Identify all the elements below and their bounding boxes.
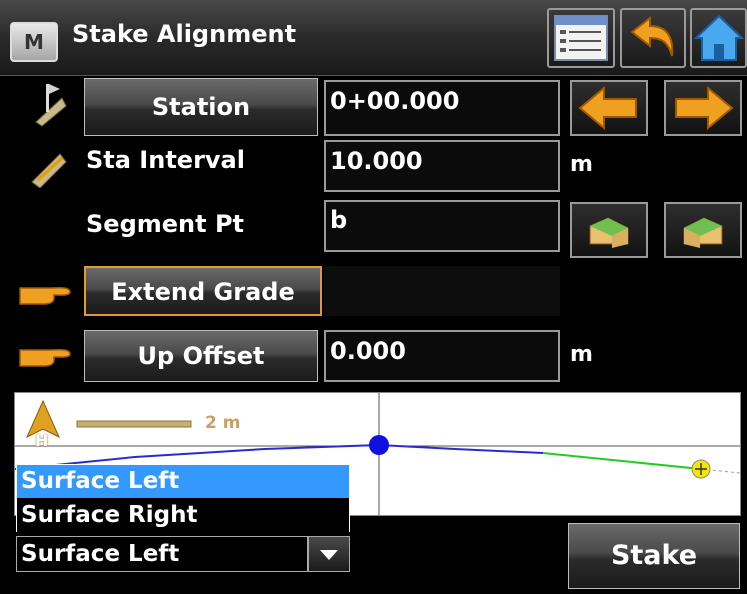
home-button[interactable] — [690, 8, 747, 68]
chevron-down-icon — [320, 550, 338, 560]
surface-option-left[interactable]: Surface Left — [17, 465, 349, 498]
surface-left-icon — [589, 217, 629, 248]
pointer-hand-icon — [16, 338, 74, 374]
list-button[interactable] — [547, 8, 615, 68]
sta-interval-label: Sta Interval — [86, 146, 245, 174]
menu-button[interactable]: M — [10, 22, 58, 62]
surface-right-icon — [683, 217, 723, 248]
extend-grade-button[interactable]: Extend Grade — [84, 266, 322, 316]
grade-line — [542, 452, 702, 470]
home-icon — [693, 14, 745, 61]
surface-dropdown-list[interactable]: Surface Left Surface Right — [16, 464, 350, 532]
previous-station-button[interactable] — [570, 80, 648, 136]
sta-interval-unit: m — [570, 152, 593, 177]
previous-segment-button[interactable] — [570, 202, 648, 258]
next-station-button[interactable] — [664, 80, 742, 136]
undo-button[interactable] — [620, 8, 686, 68]
up-offset-unit: m — [570, 342, 593, 367]
scale-bar — [76, 420, 192, 428]
list-icon — [554, 15, 608, 61]
stake-button[interactable]: Stake — [568, 523, 740, 589]
sta-interval-field[interactable]: 10.000 — [324, 140, 560, 192]
up-offset-field[interactable]: 0.000 — [324, 330, 560, 382]
current-position-point — [369, 435, 389, 455]
arrow-left-icon — [578, 85, 637, 131]
up-offset-button[interactable]: Up Offset — [84, 330, 318, 382]
scale-label: 2 m — [205, 413, 241, 433]
pointer-hand-icon — [16, 276, 74, 312]
next-segment-button[interactable] — [664, 202, 742, 258]
interval-icon — [22, 140, 70, 189]
extend-grade-value-area — [324, 266, 560, 316]
station-field[interactable]: 0+00.000 — [324, 80, 560, 136]
station-button[interactable]: Station — [84, 78, 318, 136]
station-icon — [22, 80, 70, 128]
surface-option-right[interactable]: Surface Right — [17, 499, 349, 532]
segment-pt-label: Segment Pt — [86, 210, 245, 238]
north-label: H — [35, 431, 49, 450]
arrow-right-icon — [675, 85, 734, 131]
segment-pt-field[interactable]: b — [324, 200, 560, 252]
undo-icon — [630, 15, 674, 57]
page-title: Stake Alignment — [72, 20, 297, 48]
surface-dropdown-button[interactable] — [308, 536, 350, 572]
surface-select[interactable]: Surface Left — [16, 536, 308, 572]
